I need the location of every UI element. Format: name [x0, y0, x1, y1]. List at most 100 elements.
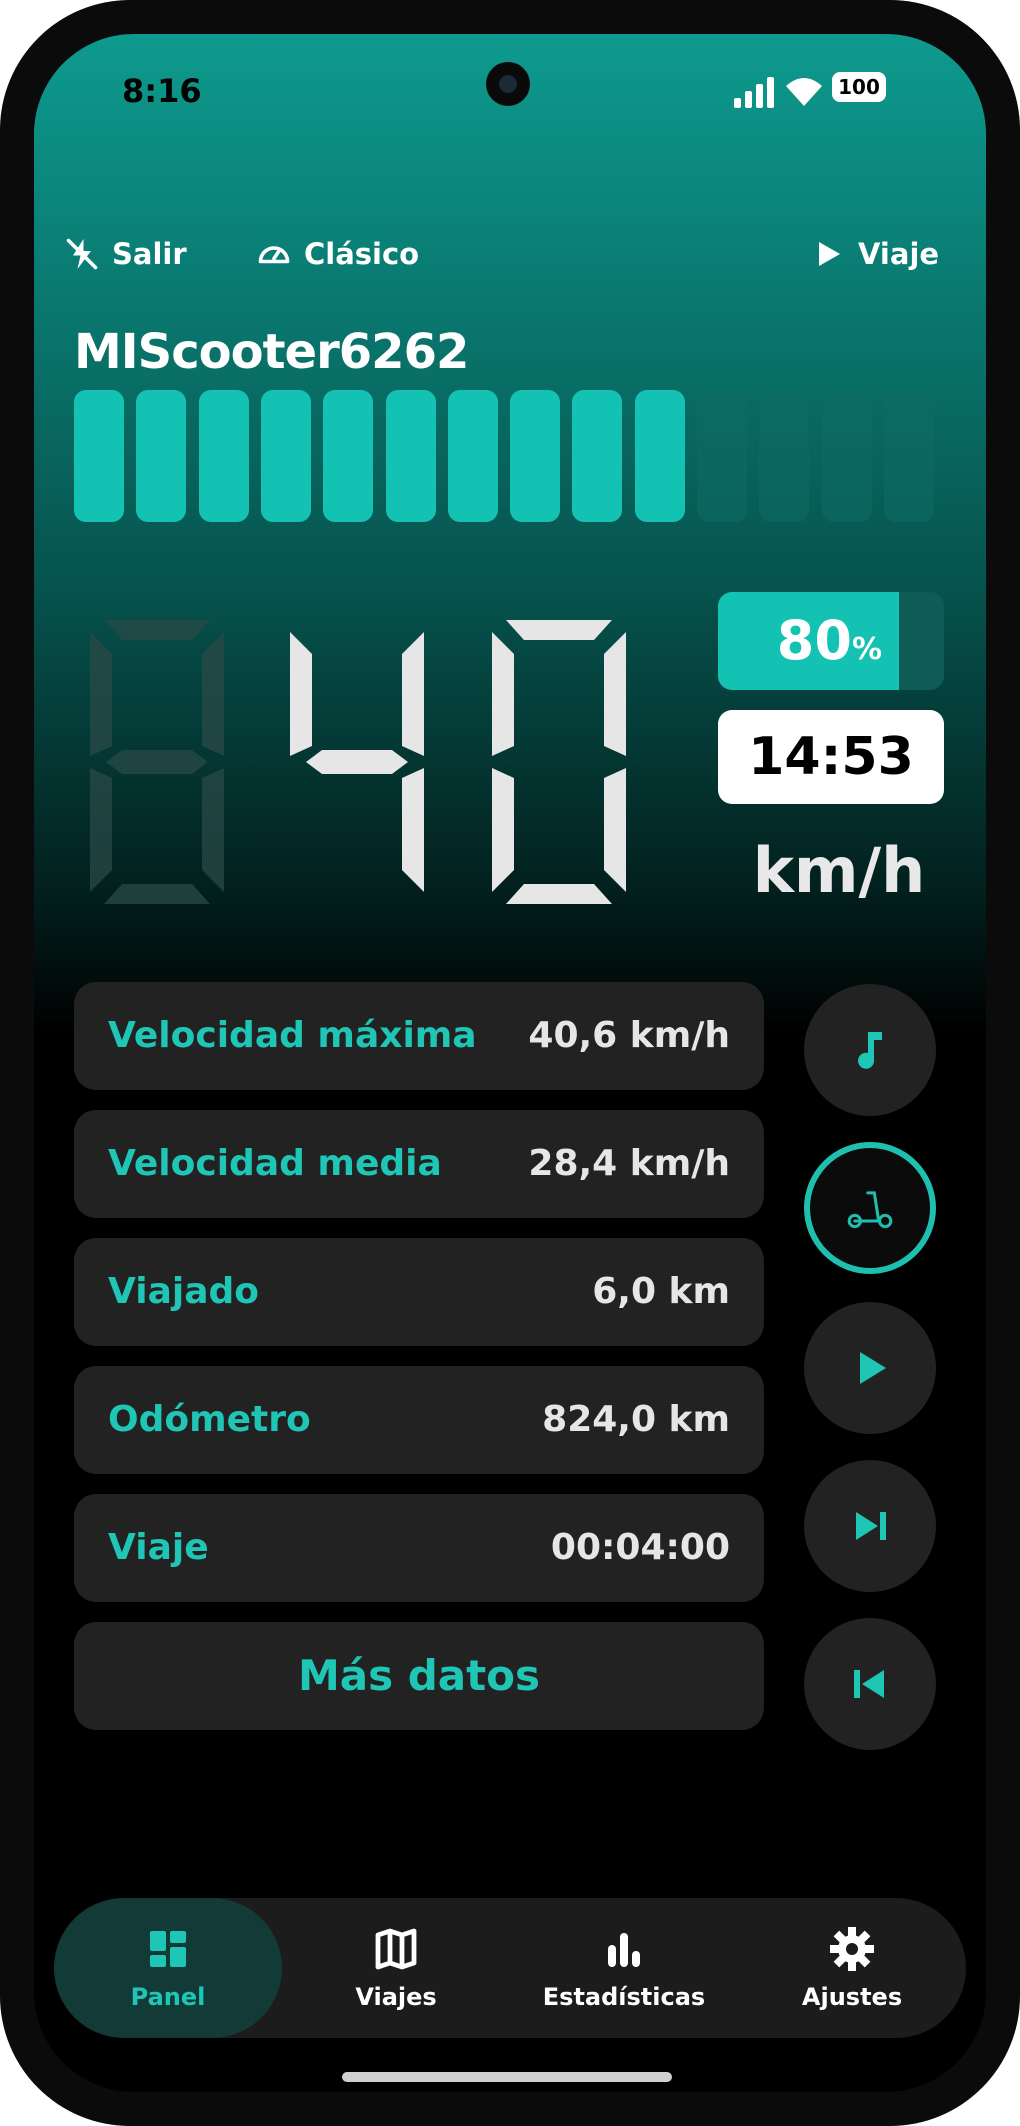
digit-segment-bottom	[304, 884, 410, 904]
signal-icon	[734, 76, 778, 108]
digit-segment-top	[506, 620, 612, 640]
stat-value: 00:04:00	[550, 1527, 730, 1568]
digit-segment-top-right	[402, 632, 424, 756]
trip-button[interactable]: Viaje	[810, 224, 939, 284]
digit-segment-bottom-right	[604, 768, 626, 892]
digit-segment-middle	[306, 750, 408, 774]
play-icon	[819, 242, 840, 266]
exit-icon	[66, 238, 98, 270]
speed-bar-segment	[199, 390, 249, 522]
home-indicator	[342, 2072, 672, 2082]
stat-row-trip-time: Viaje 00:04:00	[74, 1494, 764, 1602]
stat-label: Odómetro	[108, 1399, 311, 1440]
mode-label: Clásico	[304, 237, 420, 271]
battery-icon: 100	[832, 72, 886, 102]
digit-segment-bottom-right	[202, 768, 224, 892]
more-data-label: Más datos	[297, 1651, 541, 1700]
gauge-icon	[258, 246, 290, 264]
digit-segment-middle	[106, 750, 208, 774]
speed-bar-segment	[261, 390, 311, 522]
speed-digit-1	[90, 620, 224, 904]
speed-bar-segment	[759, 390, 809, 522]
digit-segment-top	[304, 620, 410, 640]
stat-value: 6,0 km	[592, 1271, 730, 1312]
dashboard-icon	[150, 1931, 186, 1967]
stat-label: Viaje	[108, 1527, 209, 1568]
battery-level-text: 80%	[776, 609, 882, 672]
stat-row-avg-speed: Velocidad media 28,4 km/h	[74, 1110, 764, 1218]
music-note-icon	[858, 1032, 882, 1069]
nav-label: Estadísticas	[542, 1983, 706, 2011]
stat-value: 40,6 km/h	[528, 1015, 730, 1056]
nav-label: Viajes	[355, 1983, 437, 2011]
speed-bar-segment	[572, 390, 622, 522]
digit-segment-middle	[508, 750, 610, 774]
digit-segment-bottom-left	[492, 768, 514, 892]
stat-row-odometer: Odómetro 824,0 km	[74, 1366, 764, 1474]
skip-next-button[interactable]	[804, 1460, 936, 1592]
mode-button[interactable]: Clásico	[256, 224, 419, 284]
map-icon	[375, 1928, 417, 1970]
speed-digit-3	[492, 620, 626, 904]
digit-segment-bottom	[104, 884, 210, 904]
bottom-nav: Panel Viajes Estadísticas Ajustes	[54, 1898, 966, 2038]
exit-label: Salir	[112, 237, 187, 271]
digit-segment-top-right	[604, 632, 626, 756]
stat-value: 28,4 km/h	[528, 1143, 730, 1184]
music-button[interactable]	[804, 984, 936, 1116]
skip-previous-button[interactable]	[804, 1618, 936, 1750]
clock-display: 14:53	[718, 710, 944, 804]
play-icon	[860, 1352, 886, 1384]
speed-bar-segment	[822, 390, 872, 522]
speed-digit-2	[290, 620, 424, 904]
front-camera	[486, 62, 530, 106]
nav-label: Panel	[130, 1983, 206, 2011]
speed-unit: km/h	[752, 834, 926, 907]
play-button[interactable]	[804, 1302, 936, 1434]
scooter-icon	[847, 1191, 893, 1229]
stat-row-distance: Viajado 6,0 km	[74, 1238, 764, 1346]
speed-bar-segment	[136, 390, 186, 522]
bar-chart-icon	[608, 1933, 640, 1967]
skip-previous-icon	[854, 1670, 884, 1698]
skip-next-icon	[856, 1512, 886, 1540]
speed-bar-segment	[884, 390, 934, 522]
speed-bar-segment	[386, 390, 436, 522]
digit-segment-bottom-left	[290, 768, 312, 892]
speed-bar-segment	[697, 390, 747, 522]
phone-frame: 8:16 100 Salir Clásico Viaje MIScooter62…	[0, 0, 1020, 2126]
digit-segment-top	[104, 620, 210, 640]
speed-bar-segment	[635, 390, 685, 522]
stat-label: Velocidad media	[108, 1143, 442, 1184]
speed-bar	[74, 390, 946, 522]
more-data-button[interactable]: Más datos	[74, 1622, 764, 1730]
digit-segment-bottom	[506, 884, 612, 904]
nav-item-estadisticas[interactable]: Estadísticas	[510, 1898, 738, 2038]
app-screen: 8:16 100 Salir Clásico Viaje MIScooter62…	[34, 34, 986, 2092]
stat-row-max-speed: Velocidad máxima 40,6 km/h	[74, 982, 764, 1090]
nav-item-panel[interactable]: Panel	[54, 1898, 282, 2038]
nav-label: Ajustes	[801, 1983, 903, 2011]
stat-label: Viajado	[108, 1271, 259, 1312]
gear-icon	[830, 1927, 874, 1971]
scooter-mode-button[interactable]	[804, 1142, 936, 1274]
top-bar: Salir Clásico Viaje	[34, 224, 986, 284]
speed-bar-segment	[323, 390, 373, 522]
stat-label: Velocidad máxima	[108, 1015, 477, 1056]
nav-item-viajes[interactable]: Viajes	[282, 1898, 510, 2038]
trip-label: Viaje	[858, 237, 940, 271]
speed-bar-segment	[510, 390, 560, 522]
scooter-name: MIScooter6262	[74, 324, 469, 380]
digit-segment-bottom-left	[90, 768, 112, 892]
digit-segment-top-left	[90, 632, 112, 756]
digit-segment-top-right	[202, 632, 224, 756]
digit-segment-bottom-right	[402, 768, 424, 892]
speed-bar-segment	[74, 390, 124, 522]
exit-button[interactable]: Salir	[64, 224, 187, 284]
stat-value: 824,0 km	[542, 1399, 730, 1440]
nav-item-ajustes[interactable]: Ajustes	[738, 1898, 966, 2038]
digit-segment-top-left	[290, 632, 312, 756]
status-time: 8:16	[122, 72, 202, 110]
battery-level-indicator: 80%	[718, 592, 944, 690]
digit-segment-top-left	[492, 632, 514, 756]
